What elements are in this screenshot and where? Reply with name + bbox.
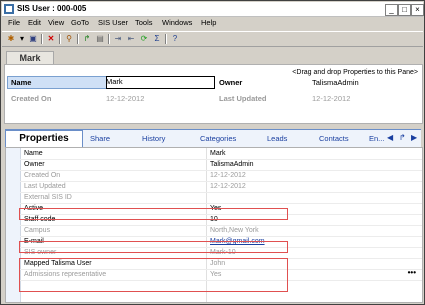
tab-contacts[interactable]: Contacts bbox=[319, 134, 349, 143]
last-updated-label: Last Updated bbox=[219, 94, 267, 103]
search-icon[interactable]: ⚲ bbox=[64, 34, 74, 44]
property-row[interactable]: Owner TalismaAdmin bbox=[20, 160, 422, 171]
highlight-box-mapping bbox=[19, 258, 288, 292]
tab-scroll-right-icon[interactable]: ▶ bbox=[411, 133, 417, 142]
new-icon[interactable]: ✱ bbox=[6, 34, 16, 44]
name-label: Name bbox=[11, 78, 32, 87]
record-tab[interactable]: Mark bbox=[6, 51, 54, 65]
menu-bar: File Edit View GoTo SIS User Tools Windo… bbox=[2, 17, 423, 29]
property-value: 12-12-2012 bbox=[210, 183, 246, 190]
close-button[interactable]: × bbox=[411, 4, 424, 16]
title-bar: SIS User : 000-005 _ □ × bbox=[2, 2, 424, 17]
tab-history[interactable]: History bbox=[142, 134, 165, 143]
property-label: Name bbox=[24, 150, 43, 157]
property-label: Created On bbox=[24, 172, 61, 179]
menu-edit[interactable]: Edit bbox=[28, 18, 41, 27]
property-row[interactable]: Created On 12-12-2012 bbox=[20, 171, 422, 182]
toolbar-separator bbox=[41, 34, 43, 44]
window-title: SIS User : 000-005 bbox=[17, 4, 87, 13]
properties-grid: Name Mark Owner TalismaAdmin Created On 12-12… bbox=[5, 147, 423, 303]
dropdown-icon[interactable]: ▾ bbox=[17, 34, 27, 44]
toolbar: ✱ ▾ ▣ ✕ ⚲ ↱ ▤ ⇥ ⇤ ⟳ Σ ? bbox=[2, 31, 423, 47]
property-value: TalismaAdmin bbox=[210, 161, 254, 168]
drag-drop-hint: <Drag and drop Properties to this Pane> bbox=[292, 69, 418, 76]
owner-label: Owner bbox=[219, 78, 243, 87]
tab-leads[interactable]: Leads bbox=[267, 134, 287, 143]
tab-more[interactable]: En... bbox=[369, 134, 384, 143]
property-label: Last Updated bbox=[24, 183, 66, 190]
help-icon[interactable]: ? bbox=[170, 34, 180, 44]
property-row[interactable]: Last Updated 12-12-2012 bbox=[20, 182, 422, 193]
tab-scroll-left-icon[interactable]: ◀ bbox=[387, 133, 393, 142]
last-updated-value: 12-12-2012 bbox=[312, 94, 351, 103]
name-value: Mark bbox=[106, 77, 123, 86]
property-label: External SIS ID bbox=[24, 194, 72, 201]
menu-file[interactable]: File bbox=[8, 18, 20, 27]
refresh-icon[interactable]: ⟳ bbox=[139, 34, 149, 44]
menu-help[interactable]: Help bbox=[201, 18, 216, 27]
toolbar-separator bbox=[108, 34, 110, 44]
forward-icon[interactable]: ↱ bbox=[82, 34, 92, 44]
property-row[interactable]: Name Mark bbox=[20, 149, 422, 160]
property-row[interactable]: External SIS ID bbox=[20, 193, 422, 204]
tab-share[interactable]: Share bbox=[90, 134, 110, 143]
tab-bar: Properties Share History Categories Lead… bbox=[5, 129, 421, 148]
maximize-button[interactable]: □ bbox=[398, 4, 411, 16]
menu-goto[interactable]: GoTo bbox=[71, 18, 89, 27]
created-on-label: Created On bbox=[11, 94, 52, 103]
header-panel: <Drag and drop Properties to this Pane> … bbox=[4, 64, 423, 124]
property-row[interactable]: Campus North,New York bbox=[20, 226, 422, 237]
tab-categories[interactable]: Categories bbox=[200, 134, 236, 143]
property-label: Campus bbox=[24, 227, 51, 234]
delete-icon[interactable]: ✕ bbox=[46, 34, 56, 44]
save-icon[interactable]: ▣ bbox=[28, 34, 38, 44]
tab-properties[interactable]: Properties bbox=[5, 130, 83, 147]
toolbar-separator bbox=[165, 34, 167, 44]
highlight-box-active bbox=[19, 208, 288, 220]
menu-windows[interactable]: Windows bbox=[162, 18, 192, 27]
import-icon[interactable]: ⇤ bbox=[126, 34, 136, 44]
tab-redirect-icon[interactable]: ↱ bbox=[399, 133, 406, 142]
property-value: Mark bbox=[210, 150, 226, 157]
list-icon[interactable]: ▤ bbox=[95, 34, 105, 44]
minimize-button[interactable]: _ bbox=[385, 4, 398, 16]
highlight-box-email bbox=[19, 241, 288, 253]
property-value: 12-12-2012 bbox=[210, 172, 246, 179]
created-on-value: 12-12-2012 bbox=[106, 94, 145, 103]
export-icon[interactable]: ⇥ bbox=[113, 34, 123, 44]
app-window: SIS User : 000-005 _ □ × File Edit View … bbox=[0, 0, 425, 305]
owner-value: TalismaAdmin bbox=[312, 78, 359, 87]
property-value: North,New York bbox=[210, 227, 259, 234]
app-icon bbox=[4, 4, 14, 14]
property-label: Owner bbox=[24, 161, 45, 168]
toolbar-separator bbox=[77, 34, 79, 44]
more-options-icon[interactable]: ••• bbox=[408, 268, 416, 277]
sum-icon[interactable]: Σ bbox=[152, 34, 162, 44]
toolbar-separator bbox=[59, 34, 61, 44]
menu-sis-user[interactable]: SIS User bbox=[98, 18, 128, 27]
menu-tools[interactable]: Tools bbox=[135, 18, 153, 27]
menu-view[interactable]: View bbox=[48, 18, 64, 27]
